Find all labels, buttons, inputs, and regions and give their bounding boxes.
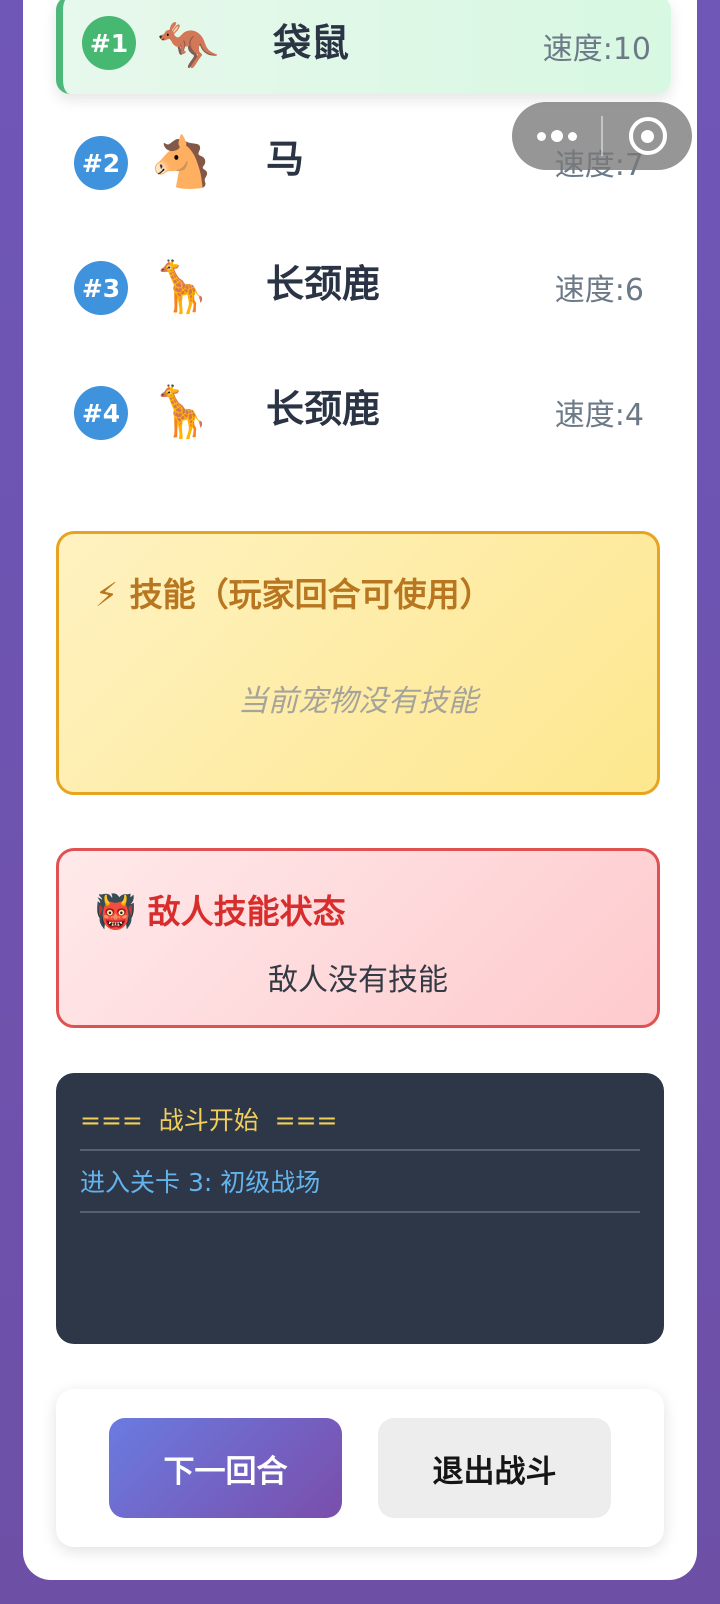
miniprogram-capsule bbox=[512, 102, 692, 170]
log-line: === 战斗开始 === bbox=[80, 1087, 640, 1151]
more-dots-icon[interactable] bbox=[512, 102, 601, 170]
enemy-skill-empty-text: 敌人没有技能 bbox=[268, 963, 448, 998]
turn-order-item: #4 🦒 长颈鹿 速度:4 bbox=[56, 362, 664, 458]
pet-name: 长颈鹿 bbox=[266, 387, 381, 431]
log-text: 进入关卡 3: 初级战场 bbox=[80, 1168, 321, 1197]
enemy-skill-panel: 👹 敌人技能状态 敌人没有技能 bbox=[56, 848, 660, 1028]
skills-title: ⚡ 技能（玩家回合可使用） bbox=[95, 575, 493, 614]
exit-battle-button[interactable]: 退出战斗 bbox=[378, 1418, 611, 1518]
target-close-icon[interactable] bbox=[603, 102, 692, 170]
next-turn-button[interactable]: 下一回合 bbox=[109, 1418, 342, 1518]
pet-name: 袋鼠 bbox=[273, 21, 350, 65]
kangaroo-icon: 🦘 bbox=[157, 17, 220, 75]
rank-badge: #3 bbox=[74, 261, 128, 315]
giraffe-icon: 🦒 bbox=[150, 258, 213, 316]
action-bar: 下一回合 退出战斗 bbox=[56, 1389, 664, 1547]
rank-badge: #2 bbox=[74, 136, 128, 190]
pet-speed: 速度:6 bbox=[554, 273, 644, 308]
rank-badge: #1 bbox=[82, 16, 136, 70]
skills-empty-text: 当前宠物没有技能 bbox=[238, 684, 478, 719]
pet-name: 马 bbox=[266, 137, 305, 181]
rank-badge: #4 bbox=[74, 386, 128, 440]
pet-speed: 速度:4 bbox=[554, 398, 644, 433]
pet-speed: 速度:10 bbox=[542, 32, 651, 67]
turn-order-item: #1 🦘 袋鼠 速度:10 bbox=[56, 0, 671, 94]
battle-log: === 战斗开始 === 进入关卡 3: 初级战场 bbox=[56, 1073, 664, 1344]
log-text: === 战斗开始 === bbox=[80, 1106, 338, 1135]
enemy-skill-title: 👹 敌人技能状态 bbox=[95, 892, 346, 931]
giraffe-icon: 🦒 bbox=[150, 383, 213, 441]
pet-name: 长颈鹿 bbox=[266, 262, 381, 306]
turn-order-item: #3 🦒 长颈鹿 速度:6 bbox=[56, 237, 664, 333]
horse-icon: 🐴 bbox=[150, 133, 213, 191]
skills-panel: ⚡ 技能（玩家回合可使用） 当前宠物没有技能 bbox=[56, 531, 660, 795]
log-line: 进入关卡 3: 初级战场 bbox=[80, 1149, 640, 1213]
